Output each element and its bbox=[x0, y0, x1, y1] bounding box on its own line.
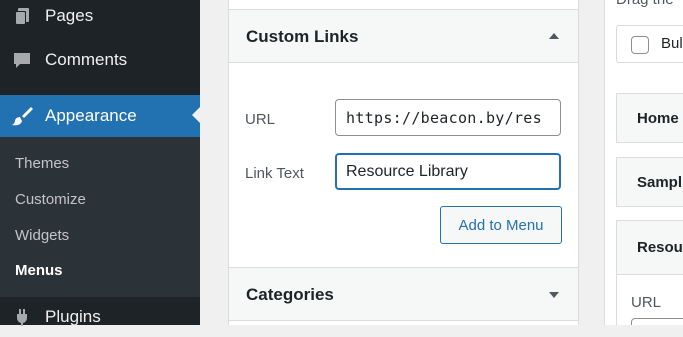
submenu-item-widgets[interactable]: Widgets bbox=[15, 227, 69, 244]
admin-sidebar: Pages Comments Appearance Themes Customi… bbox=[0, 0, 200, 326]
sidebar-item-comments[interactable]: Comments bbox=[0, 40, 200, 80]
categories-title: Categories bbox=[246, 285, 334, 304]
menu-item-title: Sampl bbox=[637, 174, 683, 191]
menu-item-home[interactable]: Home bbox=[616, 93, 683, 143]
submenu-item-menus[interactable]: Menus bbox=[15, 262, 63, 279]
sidebar-item-label: Plugins bbox=[45, 307, 101, 326]
pages-icon bbox=[11, 5, 33, 27]
add-to-menu-button[interactable]: Add to Menu bbox=[440, 206, 562, 244]
sidebar-item-label: Comments bbox=[45, 50, 128, 69]
appearance-brush-icon bbox=[11, 105, 33, 127]
custom-links-title: Custom Links bbox=[246, 27, 359, 46]
expand-arrow-icon[interactable] bbox=[549, 292, 559, 298]
menu-item-url-input[interactable] bbox=[631, 318, 683, 325]
link-text-label: Link Text bbox=[245, 165, 304, 182]
add-menu-items-panel: Custom Links URL Link Text Add to Menu C… bbox=[228, 0, 579, 325]
custom-link-url-input[interactable] bbox=[335, 99, 561, 136]
appearance-submenu: Themes Customize Widgets Menus bbox=[0, 137, 200, 297]
custom-link-text-input[interactable] bbox=[335, 153, 561, 190]
menu-item-sample[interactable]: Sampl bbox=[616, 157, 683, 207]
custom-links-header[interactable]: Custom Links bbox=[229, 10, 578, 63]
collapse-arrow-icon[interactable] bbox=[549, 33, 559, 39]
submenu-item-themes[interactable]: Themes bbox=[15, 155, 69, 172]
sidebar-item-pages[interactable]: Pages bbox=[0, 0, 200, 36]
sidebar-item-appearance[interactable]: Appearance bbox=[0, 95, 200, 137]
menu-item-title: Resour bbox=[637, 239, 683, 256]
menu-item-resource[interactable]: Resour URL bbox=[616, 220, 683, 325]
bulk-select-label: Bul bbox=[661, 35, 683, 52]
menu-item-url-label: URL bbox=[631, 294, 662, 311]
bulk-select-box[interactable]: Bul bbox=[616, 25, 683, 63]
menu-structure-panel: Drag the Bul Home Sampl Resour URL bbox=[604, 0, 683, 325]
menu-item-title: Home bbox=[637, 110, 679, 127]
sidebar-item-label: Pages bbox=[45, 6, 94, 25]
submenu-item-customize[interactable]: Customize bbox=[15, 191, 86, 208]
sidebar-item-label: Appearance bbox=[45, 106, 137, 125]
drag-instructions: Drag the bbox=[616, 0, 674, 8]
categories-header[interactable]: Categories bbox=[229, 268, 578, 321]
url-label: URL bbox=[245, 111, 276, 128]
sidebar-item-plugins[interactable]: Plugins bbox=[0, 297, 200, 337]
comments-icon bbox=[11, 49, 33, 71]
bulk-select-checkbox[interactable] bbox=[631, 36, 649, 54]
